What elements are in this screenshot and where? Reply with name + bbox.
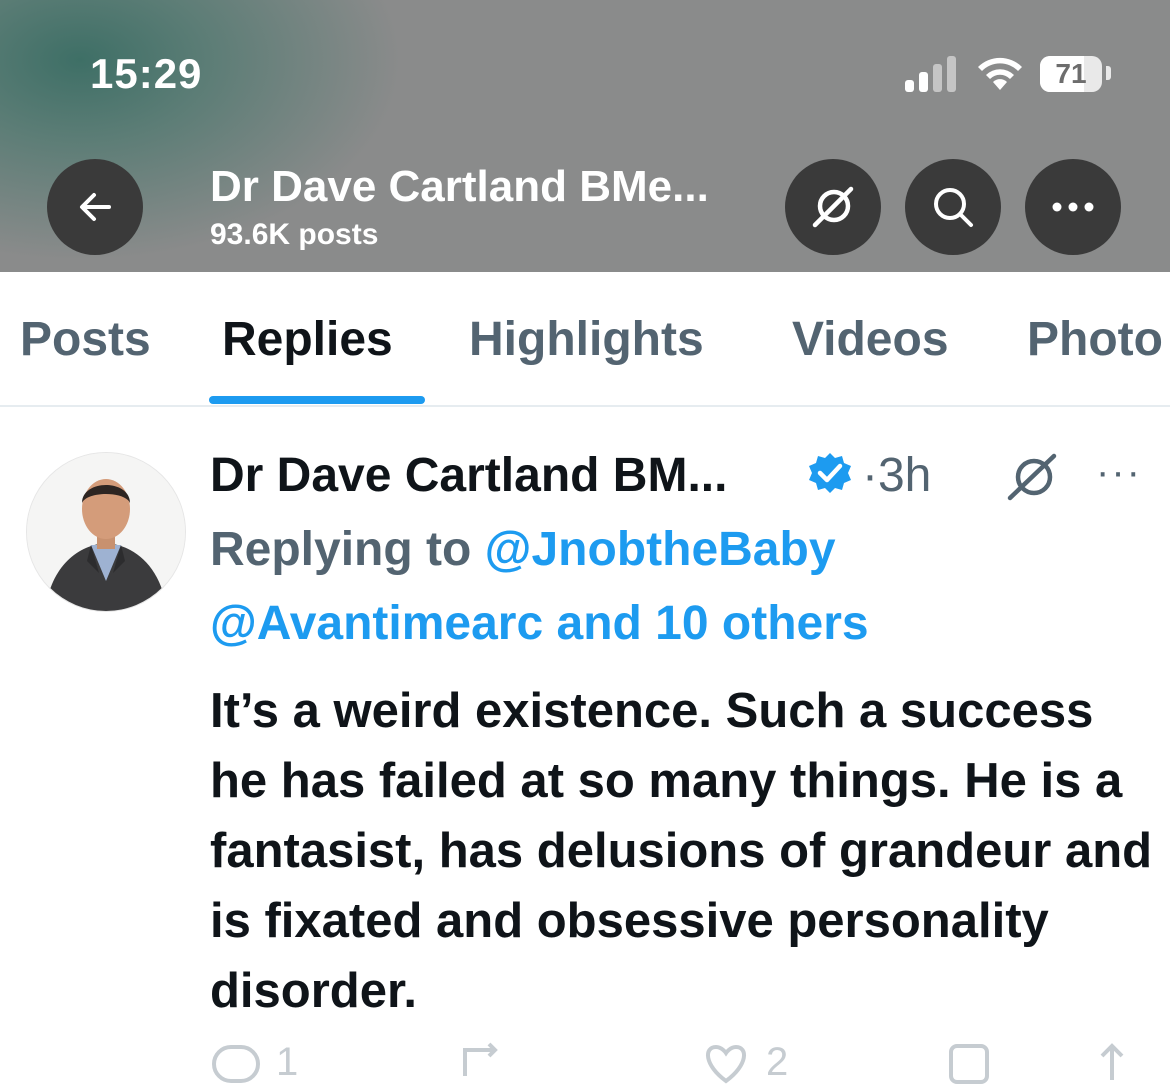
tweet-more-button[interactable]: ··· [1096, 450, 1142, 495]
bookmark-icon [949, 1044, 989, 1084]
active-tab-indicator [209, 396, 425, 404]
tab-replies[interactable]: Replies [222, 312, 393, 367]
share-button[interactable] [1090, 1040, 1134, 1084]
grok-icon [812, 186, 854, 228]
signal-bars-icon [905, 56, 957, 92]
search-button[interactable] [905, 159, 1001, 255]
back-button[interactable] [47, 159, 143, 255]
repost-icon [463, 1042, 498, 1076]
profile-header: 15:29 71 Dr Dave Cartland BMe... 93.6K p… [0, 0, 1170, 272]
search-icon [934, 188, 973, 227]
share-icon [1100, 1043, 1124, 1080]
like-button[interactable]: 2 [700, 1040, 788, 1085]
tweet-author-name[interactable]: Dr Dave Cartland BM... [210, 448, 727, 503]
verified-badge-icon [809, 453, 851, 493]
more-button[interactable] [1025, 159, 1121, 255]
grok-icon[interactable] [1004, 452, 1060, 502]
tab-posts[interactable]: Posts [20, 312, 151, 367]
profile-name: Dr Dave Cartland BMe... [210, 162, 709, 211]
tweet-actions: 1 2 [210, 1040, 1140, 1084]
arrow-left-icon [80, 193, 111, 221]
replying-to: Replying to @JnobtheBaby [210, 523, 836, 576]
profile-tabs: Posts Replies Highlights Videos Photo [0, 272, 1170, 405]
status-time: 15:29 [90, 50, 203, 97]
bookmark-button[interactable] [945, 1040, 993, 1084]
battery-nub [1106, 66, 1111, 80]
repost-button[interactable] [455, 1040, 511, 1084]
heart-icon [706, 1044, 746, 1083]
tweet-text: It’s a weird existence. Such a success h… [210, 684, 1153, 1018]
battery-level: 71 [1055, 58, 1087, 89]
divider [0, 405, 1170, 407]
tab-highlights[interactable]: Highlights [469, 312, 704, 367]
battery-indicator: 71 [1040, 56, 1102, 92]
more-horizontal-icon [1052, 202, 1094, 212]
reply-icon [212, 1044, 260, 1083]
reply-button[interactable]: 1 [210, 1040, 298, 1085]
post-count: 93.6K posts [210, 218, 379, 251]
tab-videos[interactable]: Videos [792, 312, 949, 367]
tweet-timestamp: ·3h [862, 449, 932, 502]
replying-others-link[interactable]: @Avantimearc and 10 others [210, 596, 869, 651]
avatar[interactable] [26, 452, 186, 612]
avatar-photo [27, 453, 185, 611]
grok-button[interactable] [785, 159, 881, 255]
replying-handle-link[interactable]: @JnobtheBaby [485, 523, 836, 576]
tab-photos[interactable]: Photo [1027, 312, 1163, 367]
wifi-icon [978, 57, 1022, 90]
